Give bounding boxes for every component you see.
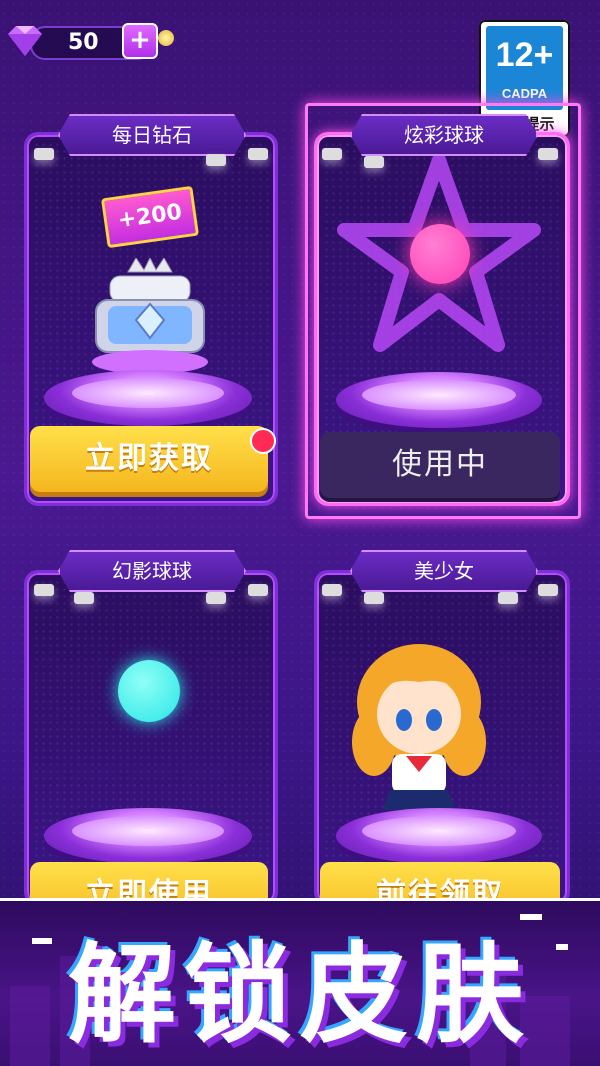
banner-divider [0,898,600,901]
pink-ball [410,224,470,284]
card-title-phantom-ball: 幻影球球 [58,550,246,592]
spotlight-icon [538,148,558,160]
spotlight-icon [248,584,268,596]
age-rating-panel: 12+ CADPA [486,26,563,110]
spotlight-icon [74,592,94,604]
spotlight-icon [364,592,384,604]
spotlight-icon [538,584,558,596]
spotlight-icon [248,148,268,160]
spotlight-icon [206,154,226,166]
card-title-sailor-girl: 美少女 [350,550,538,592]
pedestal-top [362,816,516,846]
sailor-girl-character-icon [352,644,486,828]
spotlight-icon [498,592,518,604]
spotlight-icon [34,148,54,160]
spotlight-icon [364,156,384,168]
gem-balance-bar: 50 + [0,20,174,60]
gem-count: 50 [68,30,99,55]
pedestal-top [362,380,516,410]
spotlight-icon [322,148,342,160]
card-title-daily-diamonds: 每日钻石 [58,114,246,156]
spotlight-icon [322,584,342,596]
claim-now-button[interactable]: 立即获取 [30,426,268,492]
in-use-button[interactable]: 使用中 [320,432,560,498]
spotlight-icon [34,584,54,596]
card-title-colorful-ball: 炫彩球球 [350,114,538,156]
pedestal-top [72,378,224,408]
cyan-ball [118,660,180,722]
notification-badge [250,428,276,454]
age-rating-number: 12+ [495,36,554,74]
coin-icon [158,30,174,46]
add-gems-button[interactable]: + [122,23,158,59]
reward-amount: +200 [116,199,184,234]
spotlight-icon [206,592,226,604]
treasure-chest-icon [92,258,208,374]
pedestal-top [72,816,224,846]
unlock-skins-banner: 解锁皮肤 [0,898,600,1066]
diamond-icon [8,26,42,56]
age-rating-org: CADPA [501,86,548,101]
banner-title: 解锁皮肤 [67,933,532,1058]
